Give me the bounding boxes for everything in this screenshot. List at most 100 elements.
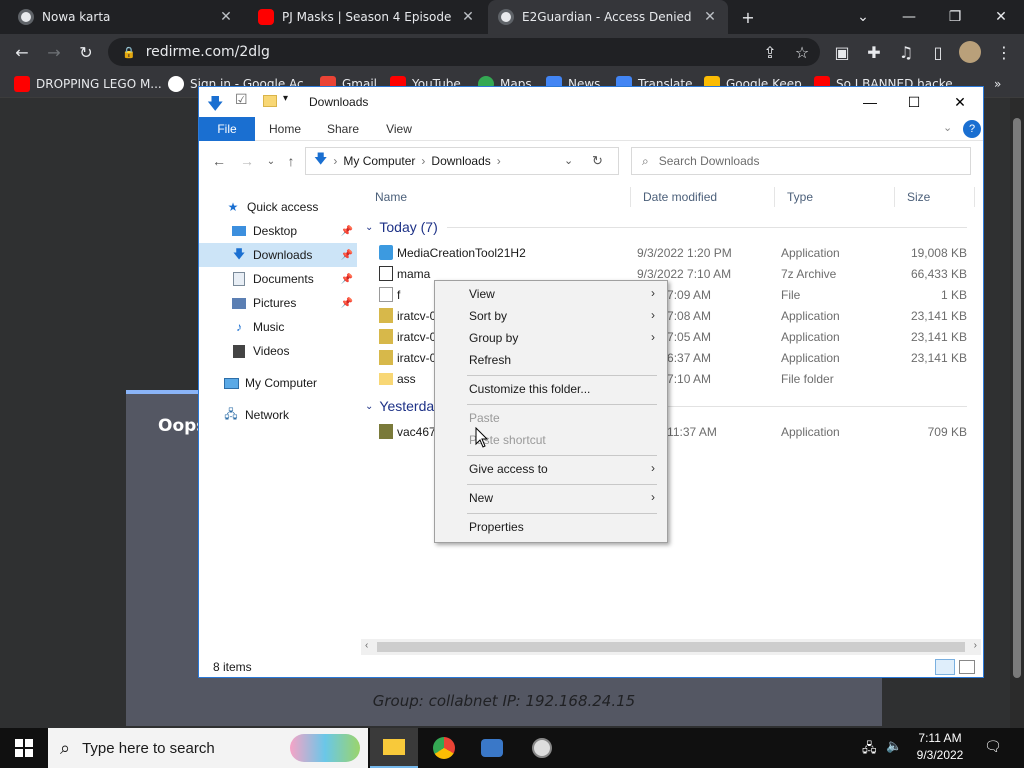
menu-item-give-access[interactable]: Give access to ›	[437, 458, 665, 480]
scrollbar-thumb[interactable]	[1013, 118, 1021, 678]
media-control-icon[interactable]: ♫	[892, 38, 920, 66]
path-separator-icon[interactable]: ›	[333, 154, 337, 168]
menu-item-new[interactable]: New ›	[437, 487, 665, 509]
menu-item-properties[interactable]: Properties	[437, 516, 665, 538]
nav-music[interactable]: ♪ Music	[199, 315, 357, 339]
tab-pj-masks[interactable]: PJ Masks | Season 4 Episode 17B ✕	[248, 0, 486, 34]
menu-item-sort-by[interactable]: Sort by ›	[437, 305, 665, 327]
scrollbar-thumb[interactable]	[377, 642, 965, 652]
nav-network[interactable]: 🖧 Network	[199, 403, 357, 427]
taskbar-clock[interactable]: 7:11 AM 9/3/2022	[912, 730, 968, 764]
forward-icon[interactable]: →	[237, 151, 257, 171]
more-bookmarks-icon[interactable]: »	[994, 74, 1001, 94]
profile-avatar[interactable]	[956, 38, 984, 66]
explorer-maximize-icon[interactable]: ☐	[891, 87, 937, 117]
bookmark-item[interactable]: DROPPING LEGO M...	[14, 74, 162, 94]
close-tab-icon[interactable]: ✕	[460, 9, 476, 25]
path-segment[interactable]: My Computer	[343, 154, 415, 168]
restore-icon[interactable]: ❐	[932, 0, 978, 34]
file-size: 709 KB	[927, 425, 967, 439]
taskbar-file-explorer[interactable]	[370, 728, 418, 768]
ribbon-tab-share[interactable]: Share	[319, 117, 367, 141]
close-tab-icon[interactable]: ✕	[702, 9, 718, 25]
address-bar[interactable]: 🔒 redirme.com/2dlg	[108, 38, 820, 66]
notifications-icon[interactable]: 🗨	[984, 739, 1002, 755]
path-separator-icon[interactable]: ›	[421, 154, 425, 168]
ribbon-tab-home[interactable]: Home	[261, 117, 309, 141]
close-tab-icon[interactable]: ✕	[218, 9, 234, 25]
nav-videos[interactable]: Videos	[199, 339, 357, 363]
refresh-icon[interactable]: ↻	[592, 153, 603, 169]
close-window-icon[interactable]: ✕	[978, 0, 1024, 34]
minimize-icon[interactable]: —	[886, 0, 932, 34]
back-icon[interactable]: ←	[8, 38, 36, 66]
share-icon[interactable]: ⇪	[756, 38, 784, 66]
group-yesterday[interactable]: ⌄ Yesterda	[365, 396, 967, 416]
quick-toolbar-dropdown-icon[interactable]: ▾	[283, 93, 288, 104]
path-dropdown-icon[interactable]: ⌄	[564, 154, 573, 167]
path-box[interactable]: 🡇 › My Computer › Downloads › ⌄ ↻	[305, 147, 619, 175]
nav-downloads[interactable]: 🡇 Downloads 📌	[199, 243, 357, 267]
column-header-date[interactable]: Date modified	[631, 187, 775, 207]
new-tab-icon[interactable]: +	[734, 3, 762, 31]
ribbon-tab-file[interactable]: File	[199, 117, 255, 141]
help-icon[interactable]: ?	[963, 120, 981, 138]
explorer-minimize-icon[interactable]: —	[847, 87, 893, 117]
tab-new-tab[interactable]: Nowa karta ✕	[8, 0, 244, 34]
properties-check-icon[interactable]: ☑	[235, 91, 248, 108]
forward-icon[interactable]: →	[40, 38, 68, 66]
menu-item-paste[interactable]: Paste	[437, 407, 665, 429]
back-icon[interactable]: ←	[209, 151, 229, 171]
volume-icon[interactable]: 🔈	[886, 739, 902, 754]
extensions-puzzle-icon[interactable]: ✚	[860, 38, 888, 66]
column-header-type[interactable]: Type	[775, 187, 895, 207]
taskbar-clock-app[interactable]	[518, 728, 566, 768]
large-icons-view-icon[interactable]	[959, 660, 975, 674]
tab-search-icon[interactable]: ⌄	[840, 0, 886, 34]
nav-quick-access[interactable]: ★ Quick access	[199, 195, 357, 219]
up-icon[interactable]: ↑	[281, 151, 301, 171]
nav-pictures[interactable]: Pictures 📌	[199, 291, 357, 315]
tab-e2guardian[interactable]: E2Guardian - Access Denied ✕	[488, 0, 728, 34]
extension-camera-icon[interactable]: ▣	[828, 38, 856, 66]
network-tray-icon[interactable]: 🖧	[862, 739, 877, 761]
menu-item-refresh[interactable]: Refresh	[437, 349, 665, 371]
path-segment[interactable]: Downloads	[431, 154, 490, 168]
menu-item-view[interactable]: View ›	[437, 283, 665, 305]
menu-icon[interactable]: ⋮	[990, 38, 1018, 66]
ribbon-tab-view[interactable]: View	[375, 117, 423, 141]
details-view-icon[interactable]	[935, 659, 955, 675]
menu-item-customize[interactable]: Customize this folder...	[437, 378, 665, 400]
explorer-close-icon[interactable]: ✕	[937, 87, 983, 117]
path-separator-icon[interactable]: ›	[497, 154, 501, 168]
horizontal-scrollbar[interactable]: ‹ ›	[361, 639, 981, 655]
column-header-size[interactable]: Size	[895, 187, 975, 207]
group-today[interactable]: ⌄ Today (7)	[365, 217, 967, 237]
page-scrollbar[interactable]	[1010, 98, 1024, 728]
taskbar-camera-app[interactable]	[468, 728, 516, 768]
menu-item-paste-shortcut[interactable]: Paste shortcut	[437, 429, 665, 451]
videos-icon	[231, 343, 247, 359]
menu-item-group-by[interactable]: Group by ›	[437, 327, 665, 349]
start-button[interactable]	[0, 728, 48, 768]
pin-icon[interactable]: 📌	[341, 250, 353, 261]
taskbar-chrome[interactable]	[420, 728, 468, 768]
nav-documents[interactable]: Documents 📌	[199, 267, 357, 291]
recent-locations-icon[interactable]: ⌄	[261, 151, 281, 171]
column-header-name[interactable]: Name	[363, 187, 631, 207]
scroll-left-icon[interactable]: ‹	[365, 640, 368, 651]
bookmark-star-icon[interactable]: ☆	[788, 38, 816, 66]
nav-my-computer[interactable]: My Computer	[199, 371, 357, 395]
reload-icon[interactable]: ↻	[72, 38, 100, 66]
taskbar-search-box[interactable]: ⌕ Type here to search	[48, 728, 368, 768]
file-row[interactable]: MediaCreationTool21H2 9/3/2022 1:20 PM App…	[361, 243, 981, 264]
side-panel-icon[interactable]: ▯	[924, 38, 952, 66]
nav-desktop[interactable]: Desktop 📌	[199, 219, 357, 243]
search-input[interactable]: ⌕ Search Downloads	[631, 147, 971, 175]
pin-icon[interactable]: 📌	[341, 226, 353, 237]
pin-icon[interactable]: 📌	[341, 274, 353, 285]
scroll-right-icon[interactable]: ›	[974, 640, 977, 651]
folder-icon[interactable]	[263, 95, 277, 107]
expand-ribbon-icon[interactable]: ⌄	[943, 121, 952, 134]
pin-icon[interactable]: 📌	[341, 298, 353, 309]
